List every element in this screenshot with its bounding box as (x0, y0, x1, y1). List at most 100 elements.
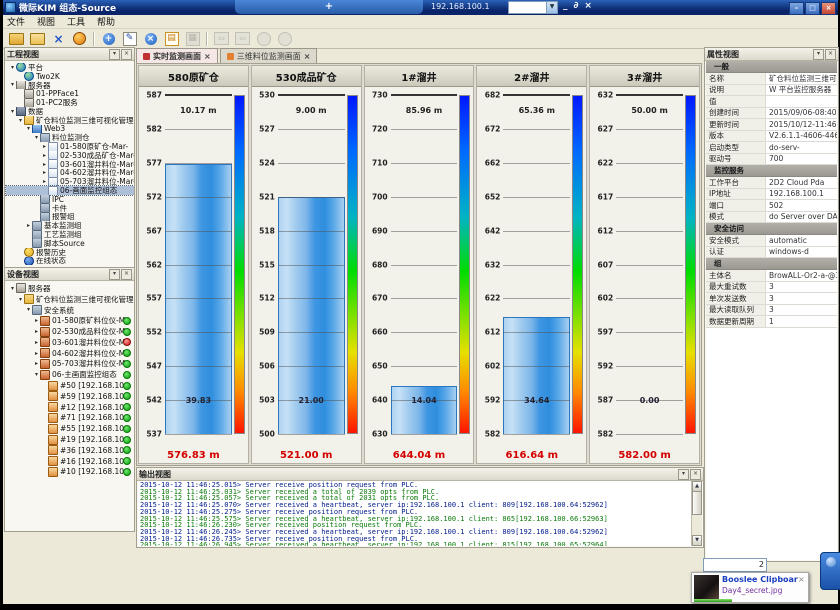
minimize-button[interactable]: – (789, 2, 804, 15)
tree-item[interactable]: #55 [192.168.10- (6, 423, 134, 434)
tree-item[interactable]: 01-PC2服务 (6, 98, 134, 107)
tree-item[interactable]: ▸02-530成品矿仓-Mar- (6, 151, 134, 160)
chevron-down-icon[interactable]: ▼ (546, 2, 557, 13)
tree-item[interactable]: 报警组 (6, 213, 134, 222)
session-fullscreen-button[interactable]: ∂ (574, 1, 579, 11)
property-row[interactable]: 数据更新周期1 (706, 316, 837, 328)
session-close-button[interactable]: × (584, 1, 592, 11)
delete-project-button[interactable]: × (49, 30, 68, 48)
log-scrollbar[interactable]: ▲ ▼ (691, 481, 702, 546)
maximize-button[interactable]: □ (805, 2, 820, 15)
chevron-right-icon[interactable]: ▸ (33, 317, 40, 324)
tree-item[interactable]: ▾服务器 (6, 81, 134, 90)
chevron-right-icon[interactable]: ▸ (33, 350, 40, 357)
property-section-header[interactable]: 组 (706, 258, 837, 270)
tree-item[interactable]: ▾数据 (6, 107, 134, 116)
tree-item[interactable]: 工艺监测组 (6, 230, 134, 239)
remote-panel-icon[interactable] (820, 552, 840, 590)
tree-item[interactable]: #59 [192.168.10- (6, 391, 134, 402)
tree-item[interactable]: ▾安全系统 (6, 305, 134, 316)
chevron-right-icon[interactable]: ▸ (33, 339, 40, 346)
chevron-down-icon[interactable]: ▾ (33, 371, 40, 378)
chevron-down-icon[interactable]: ▾ (9, 108, 16, 115)
tree-item[interactable]: #71 [192.168.10- (6, 413, 134, 424)
tree-item[interactable]: #19 [192.168.10- (6, 434, 134, 445)
property-row[interactable]: 工作平台2D2 Cloud Pda (706, 177, 837, 189)
session-combo[interactable]: ▼ (508, 1, 558, 14)
tree-item[interactable]: ▸03-601溜井料位-Mar- (6, 160, 134, 169)
edit-item-button[interactable]: ✎ (120, 30, 139, 48)
chevron-down-icon[interactable]: ▾ (17, 296, 24, 303)
chevron-down-icon[interactable]: ▾ (33, 134, 40, 141)
close-icon[interactable]: × (690, 469, 701, 480)
tree-item[interactable]: ▾矿仓料位监测三维可视化管理平台- (6, 294, 134, 305)
tree-item[interactable]: 在线状态 (6, 257, 134, 266)
tree-item[interactable]: 报警历史 (6, 248, 134, 257)
pin-icon[interactable]: ▾ (813, 49, 824, 60)
property-row[interactable]: 端口502 (706, 200, 837, 212)
property-row[interactable]: IP地址192.168.100.1 (706, 189, 837, 201)
chevron-right-icon[interactable]: ▸ (41, 143, 48, 150)
chevron-right-icon[interactable]: ▸ (41, 161, 48, 168)
close-icon[interactable]: × (825, 49, 836, 60)
property-row[interactable]: 说明W 平台监控服务器 (706, 85, 837, 97)
pin-icon[interactable]: ▾ (109, 269, 120, 280)
property-section-header[interactable]: 安全访问 (706, 223, 837, 235)
tree-item[interactable]: ▾矿仓料位监测三维可视化管理平台- (6, 116, 134, 125)
remove-item-button[interactable]: × (141, 30, 160, 48)
menu-item-0[interactable]: 文件 (7, 15, 25, 28)
pin-icon[interactable]: ▾ (109, 49, 120, 60)
session-tab[interactable]: + (235, 0, 423, 14)
tree-item[interactable]: ▸03-601溜井料位仪-M- (6, 337, 134, 348)
tree-item[interactable]: ▸01-580原矿料位仪-M- (6, 315, 134, 326)
open-project-button[interactable] (7, 30, 26, 48)
tree-item[interactable]: ▾Web3 (6, 125, 134, 134)
menu-item-2[interactable]: 工具 (67, 15, 85, 28)
tree-item[interactable]: ▾06-主画面监控组态 (6, 369, 134, 380)
tree-item[interactable]: #50 [192.168.10- (6, 380, 134, 391)
chevron-down-icon[interactable]: ▾ (25, 125, 32, 132)
close-button[interactable]: × (821, 2, 836, 15)
add-item-button[interactable]: + (99, 30, 118, 48)
property-section-header[interactable]: 监控服务 (706, 165, 837, 177)
tab-close-icon[interactable]: × (304, 52, 311, 61)
alarm-button[interactable] (70, 30, 89, 48)
menu-item-1[interactable]: 视图 (37, 15, 55, 28)
property-row[interactable]: 驱动号700 (706, 154, 837, 166)
chevron-right-icon[interactable]: ▸ (41, 178, 48, 185)
chevron-down-icon[interactable]: ▾ (9, 285, 16, 292)
menu-item-3[interactable]: 帮助 (97, 15, 115, 28)
tree-item[interactable]: ▸02-530成品料位仪-M- (6, 326, 134, 337)
property-row[interactable]: 值 (706, 96, 837, 108)
tree-item[interactable]: ▸01-580原矿仓-Mar- (6, 142, 134, 151)
tree-item[interactable]: #16 [192.168.10- (6, 456, 134, 467)
clipboard-toast[interactable]: Booslee Clipboard - 10% Day4_secret.jpg … (691, 572, 809, 603)
toast-close-icon[interactable]: × (798, 575, 806, 600)
pin-icon[interactable]: ▾ (678, 469, 689, 480)
tree-item[interactable]: 脚本Source (6, 239, 134, 248)
new-project-button[interactable] (28, 30, 47, 48)
form-view-button[interactable]: ▤ (162, 30, 181, 48)
property-row[interactable]: 更新时间2015/10/12-11:46:2- (706, 119, 837, 131)
tree-item[interactable]: ▾平台 (6, 63, 134, 72)
scroll-down-icon[interactable]: ▼ (692, 535, 702, 546)
property-row[interactable]: 主体名BrowALL-Or2-a-@3- (706, 270, 837, 282)
scroll-thumb[interactable] (692, 491, 702, 515)
chevron-down-icon[interactable]: ▾ (9, 64, 16, 71)
property-row[interactable]: 模式do Server over DA- (706, 212, 837, 224)
tree-item[interactable]: Two2K (6, 72, 134, 81)
property-row[interactable]: 安全模式automatic (706, 235, 837, 247)
property-row[interactable]: 启动类型do-serv- (706, 142, 837, 154)
tree-item[interactable]: 卡件 (6, 204, 134, 213)
tree-item[interactable]: ▸05-703溜井料位仪-M- (6, 359, 134, 370)
chevron-right-icon[interactable]: ▸ (41, 152, 48, 159)
property-row[interactable]: 创建时间2015/09/06-08:40:4- (706, 108, 837, 120)
tree-item[interactable]: ▾料位监测仓 (6, 133, 134, 142)
tree-item[interactable]: ▾服务器 (6, 283, 134, 294)
new-tab-icon[interactable]: + (325, 1, 333, 12)
property-row[interactable]: 认证windows-d (706, 247, 837, 259)
chevron-right-icon[interactable]: ▸ (33, 360, 40, 367)
tree-item[interactable]: 06-画面监控组态 (6, 186, 134, 195)
close-icon[interactable]: × (121, 49, 132, 60)
tree-item[interactable]: #12 [192.168.10- (6, 402, 134, 413)
